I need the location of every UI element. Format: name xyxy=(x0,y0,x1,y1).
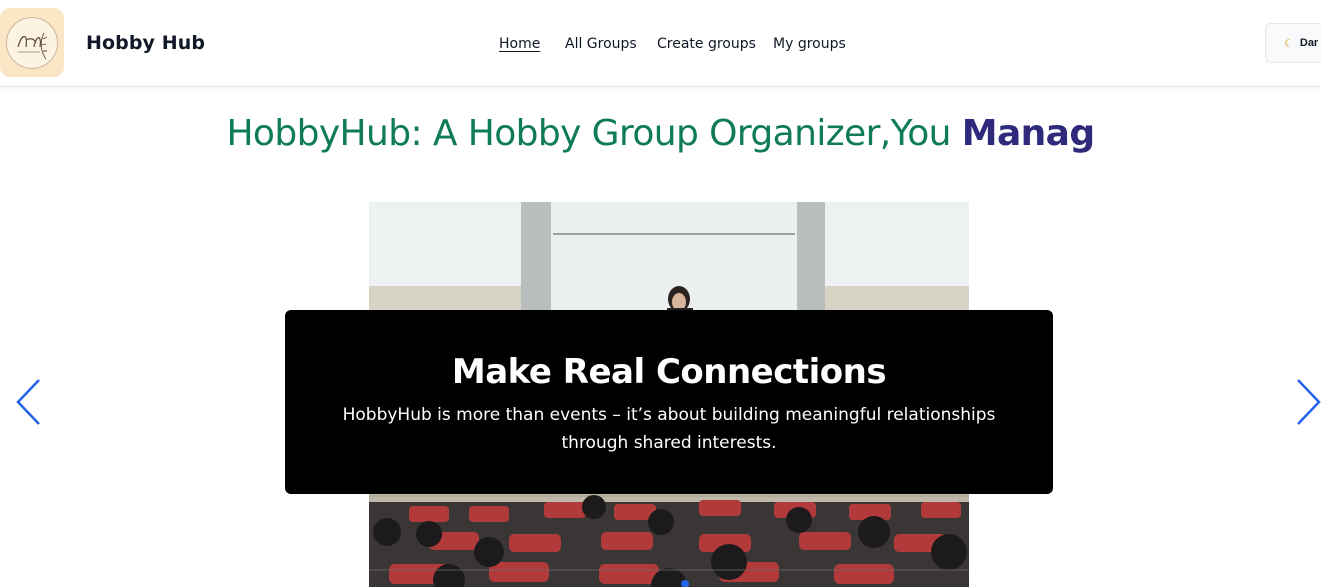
brand-name[interactable]: Hobby Hub xyxy=(86,32,205,54)
nav-create-groups[interactable]: Create groups xyxy=(657,36,756,52)
theme-toggle-button[interactable]: ☾ Dar xyxy=(1265,23,1321,63)
hero-title-typed: Manag xyxy=(961,113,1095,154)
nav-home[interactable]: Home xyxy=(499,36,540,52)
slide-caption: Make Real Connections HobbyHub is more t… xyxy=(285,310,1053,494)
hero-title: HobbyHub: A Hobby Group Organizer,You Ma… xyxy=(0,113,1321,163)
chevron-right-icon xyxy=(1297,379,1321,425)
navbar: Hobby Hub Home All Groups Create groups … xyxy=(0,0,1321,87)
theme-toggle-label: Dar xyxy=(1299,37,1319,49)
hero-title-static: HobbyHub: A Hobby Group Organizer,You xyxy=(226,113,962,154)
slide-title: Make Real Connections xyxy=(451,352,887,392)
carousel-next-button[interactable] xyxy=(1294,378,1321,426)
nav-my-groups[interactable]: My groups xyxy=(773,36,846,52)
moon-icon: ☾ xyxy=(1284,37,1294,50)
carousel-prev-button[interactable] xyxy=(15,378,43,426)
hobby-hub-logo-icon xyxy=(6,16,58,69)
chevron-left-icon xyxy=(16,379,40,425)
logo[interactable] xyxy=(0,8,64,77)
carousel-pagination-dot-active[interactable] xyxy=(681,580,689,587)
slide-description: HobbyHub is more than events – it’s abou… xyxy=(342,405,996,453)
nav-all-groups[interactable]: All Groups xyxy=(565,36,637,52)
